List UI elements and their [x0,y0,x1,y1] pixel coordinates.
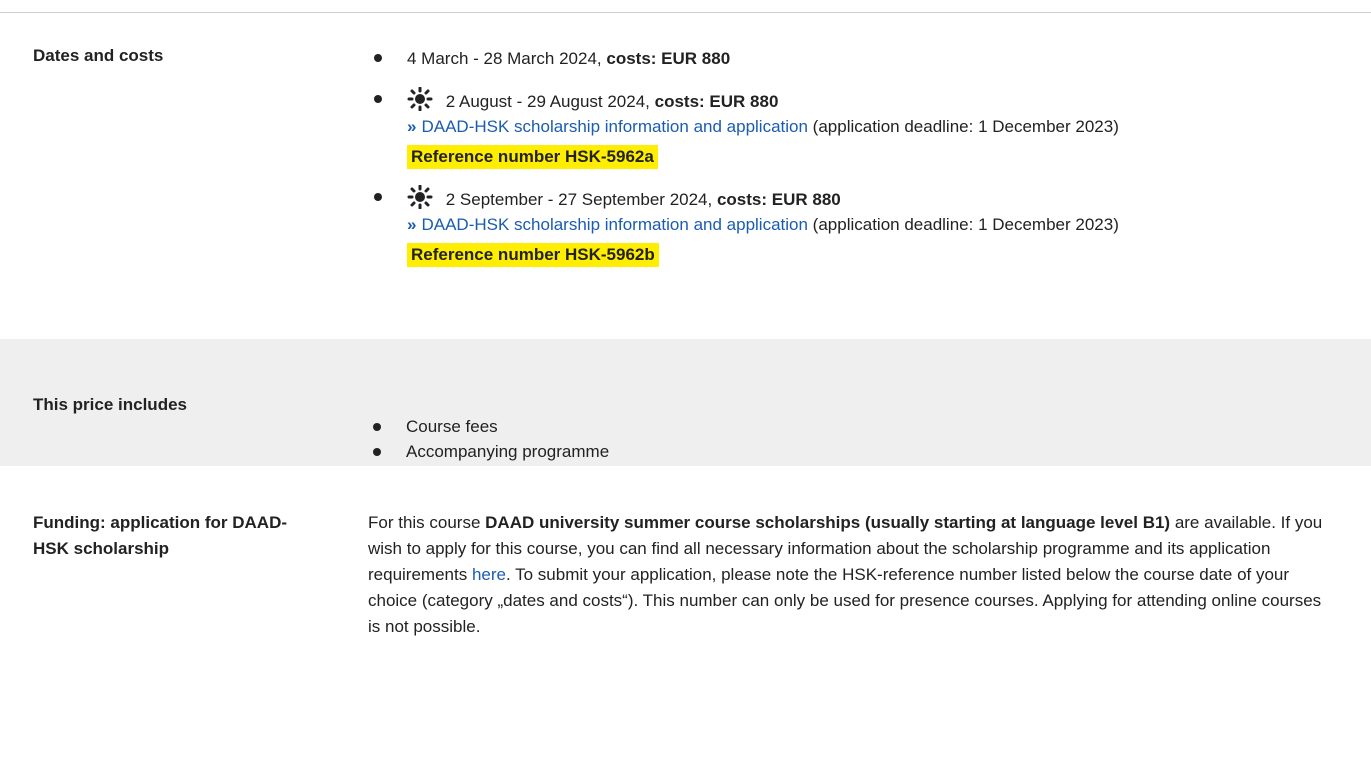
funding-text-3: . To submit your application, please not… [368,565,1322,636]
reference-number: Reference number HSK-5962a [407,145,658,169]
bullet [374,95,382,103]
funding-label-text: Funding: application for DAAD-HSK schola… [33,513,288,558]
includes-label: This price includes [33,395,187,414]
deadline-text: (application deadline: 1 December 2023) [812,117,1119,136]
price-includes-section: This price includes Course fees Accompan… [0,339,1371,466]
bullet [374,54,382,62]
sun-icon [407,185,433,209]
funding-content: For this course DAAD university summer c… [368,510,1371,640]
date-text: 2 August - 29 August 2024, [445,92,650,111]
include-item: Accompanying programme [368,439,1351,464]
dates-content: 4 March - 28 March 2024, costs: EUR 880 … [368,46,1371,339]
date-text: 2 September - 27 September 2024, [445,190,713,209]
bullet [374,193,382,201]
reference-number: Reference number HSK-5962b [407,243,659,267]
date-text: 4 March - 28 March 2024, [407,49,602,68]
include-text: Accompanying programme [406,442,610,461]
include-item: Course fees [368,414,1351,439]
here-link[interactable]: here [472,565,506,584]
funding-section: Funding: application for DAAD-HSK schola… [0,466,1371,640]
scholarship-link[interactable]: DAAD-HSK scholarship information and app… [421,117,807,136]
funding-label: Funding: application for DAAD-HSK schola… [0,510,368,640]
includes-list: Course fees Accompanying programme [368,414,1351,464]
funding-text: For this course DAAD university summer c… [368,510,1328,640]
bullet [373,448,381,456]
costs-text: costs: EUR 880 [654,92,779,111]
double-chevron-icon: » [407,117,417,136]
date-item-march: 4 March - 28 March 2024, costs: EUR 880 [369,46,1351,71]
bullet [373,423,381,431]
funding-bold-text: DAAD university summer course scholarshi… [485,513,1171,532]
dates-and-costs-section: Dates and costs 4 March - 28 March 2024,… [0,13,1371,339]
date-item-september: 2 September - 27 September 2024, costs: … [369,185,1351,267]
include-text: Course fees [406,417,498,436]
double-chevron-icon: » [407,215,417,234]
costs-text: costs: EUR 880 [716,190,841,209]
dates-list: 4 March - 28 March 2024, costs: EUR 880 … [368,46,1351,267]
funding-text-1: For this course [368,513,486,532]
includes-content: Course fees Accompanying programme [368,395,1371,466]
sun-icon [407,87,433,111]
dates-label: Dates and costs [33,46,164,65]
scholarship-link[interactable]: DAAD-HSK scholarship information and app… [421,215,807,234]
costs-text: costs: EUR 880 [606,49,731,68]
deadline-text: (application deadline: 1 December 2023) [812,215,1119,234]
date-item-august: 2 August - 29 August 2024, costs: EUR 88… [369,87,1351,169]
